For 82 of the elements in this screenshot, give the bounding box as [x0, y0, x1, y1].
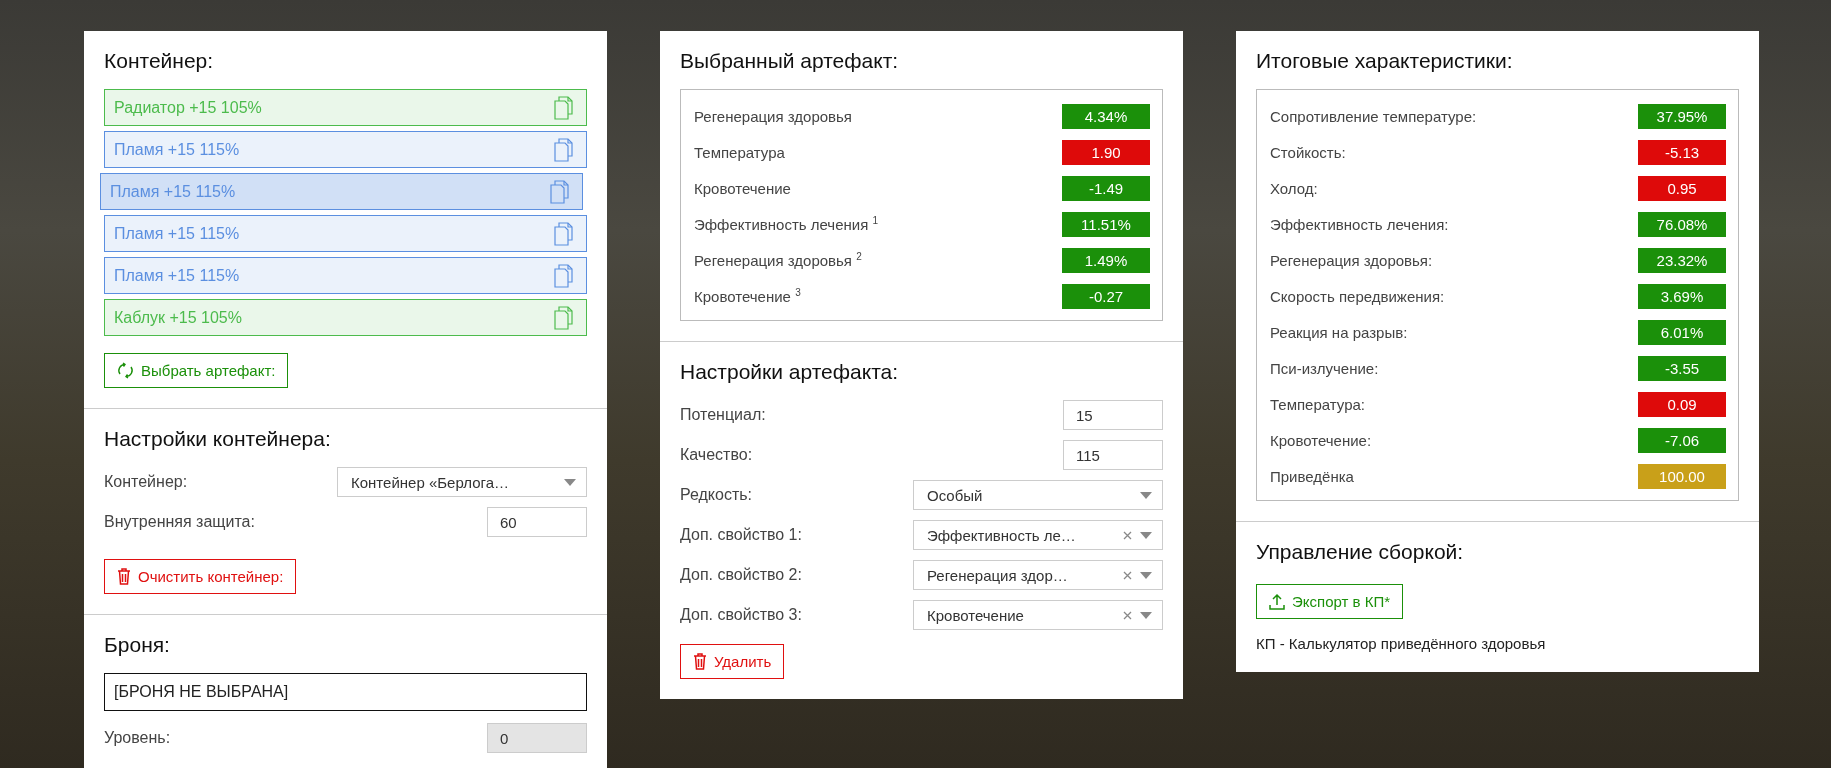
- caret-icon: [1140, 531, 1152, 539]
- stat-label: Реакция на разрыв:: [1270, 323, 1408, 341]
- field-label: Уровень:: [104, 729, 171, 747]
- trash-icon: [693, 653, 707, 670]
- caret-icon: [1140, 611, 1152, 619]
- stat-label: Эффективность лечения:: [1270, 215, 1449, 233]
- refresh-icon: [117, 362, 134, 379]
- stat-label: Регенерация здоровья:: [1270, 251, 1433, 269]
- copy-icon[interactable]: [554, 305, 574, 330]
- clear-icon[interactable]: [1123, 610, 1132, 620]
- dropdown[interactable]: Особый: [913, 480, 1163, 510]
- trash-icon: [117, 568, 131, 585]
- stat-value: 1.49%: [1062, 247, 1150, 273]
- field-label: Доп. свойство 2:: [680, 566, 802, 584]
- field-label: Контейнер:: [104, 473, 188, 491]
- stat-label: Приведёнка: [1270, 467, 1354, 485]
- stat-label: Скорость передвижения:: [1270, 287, 1445, 305]
- stat-value: -5.13: [1638, 139, 1726, 165]
- stat-label: Пси-излучение:: [1270, 359, 1379, 377]
- stat-label: Кровотечение: [694, 179, 791, 197]
- stat-value: 3.69%: [1638, 283, 1726, 309]
- stat-value: 100.00: [1638, 463, 1726, 489]
- section-title: Броня:: [104, 633, 171, 657]
- stat-value: 0.09: [1638, 391, 1726, 417]
- stat-label: Кровотечение:: [1270, 431, 1372, 449]
- stat-value: 11.51%: [1062, 211, 1150, 237]
- copy-icon[interactable]: [554, 137, 574, 162]
- copy-icon[interactable]: [550, 179, 570, 204]
- copy-icon[interactable]: [554, 95, 574, 120]
- stat-label: Кровотечение $^{3}$: [694, 287, 801, 305]
- number-field[interactable]: 60: [487, 507, 587, 537]
- field-label: Потенциал:: [680, 406, 766, 424]
- section-title: Итоговые характеристики:: [1256, 49, 1514, 73]
- section-title: Управление сборкой:: [1256, 540, 1465, 564]
- stat-value: 4.34%: [1062, 103, 1150, 129]
- select-artifact-button[interactable]: Выбрать артефакт:: [104, 353, 289, 388]
- dropdown[interactable]: Регенерация здор…: [913, 560, 1163, 590]
- copy-icon[interactable]: [554, 221, 574, 246]
- dropdown[interactable]: Эффективность ле…: [913, 520, 1163, 550]
- section-title: Выбранный артефакт:: [680, 49, 900, 73]
- stat-value: 76.08%: [1638, 211, 1726, 237]
- number-field[interactable]: 15: [1063, 400, 1163, 430]
- caret-icon: [564, 478, 576, 486]
- stat-label: Регенерация здоровья: [694, 107, 852, 125]
- field-label: Внутренняя защита:: [104, 513, 255, 531]
- section-title: Контейнер:: [104, 49, 215, 73]
- stat-label: Температура: [694, 143, 785, 161]
- stat-value: 6.01%: [1638, 319, 1726, 345]
- field-label: Редкость:: [680, 486, 753, 504]
- field-label: Доп. свойство 3:: [680, 606, 802, 624]
- stat-value: -7.06: [1638, 427, 1726, 453]
- stat-label: Сопротивление температуре:: [1270, 107, 1477, 125]
- stat-value: 37.95%: [1638, 103, 1726, 129]
- delete-button[interactable]: Удалить: [680, 644, 785, 679]
- armor-field[interactable]: [БРОНЯ НЕ ВЫБРАНА]: [104, 673, 587, 711]
- stat-value: 0.95: [1638, 175, 1726, 201]
- stat-label: Холод:: [1270, 179, 1318, 197]
- upload-icon: [1269, 593, 1285, 610]
- clear-container-button[interactable]: Очистить контейнер:: [104, 559, 297, 594]
- stat-value: -0.27: [1062, 283, 1150, 309]
- caret-icon: [1140, 571, 1152, 579]
- clear-icon[interactable]: [1123, 530, 1132, 540]
- section-title: Настройки контейнера:: [104, 427, 332, 451]
- copy-icon[interactable]: [554, 263, 574, 288]
- stat-label: Эффективность лечения $^{1}$: [694, 215, 878, 233]
- stat-label: Регенерация здоровья $^{2}$: [694, 251, 862, 269]
- export-button[interactable]: Экспорт в КП*: [1256, 584, 1404, 619]
- stat-value: -3.55: [1638, 355, 1726, 381]
- section-title: Настройки артефакта:: [680, 360, 900, 384]
- caret-icon: [1140, 491, 1152, 499]
- number-field[interactable]: 115: [1063, 440, 1163, 470]
- dropdown[interactable]: Контейнер «Берлога…: [337, 467, 587, 497]
- field-label: Доп. свойство 1:: [680, 526, 802, 544]
- stat-value: 23.32%: [1638, 247, 1726, 273]
- stat-label: Температура:: [1270, 395, 1366, 413]
- stat-value: 1.90: [1062, 139, 1150, 165]
- stat-value: -1.49: [1062, 175, 1150, 201]
- stat-label: Стойкость:: [1270, 143, 1346, 161]
- clear-icon[interactable]: [1123, 570, 1132, 580]
- dropdown[interactable]: Кровотечение: [913, 600, 1163, 630]
- field-label: Качество:: [680, 446, 753, 464]
- footnote-text: КП - Калькулятор приведённого здоровья: [1256, 635, 1547, 652]
